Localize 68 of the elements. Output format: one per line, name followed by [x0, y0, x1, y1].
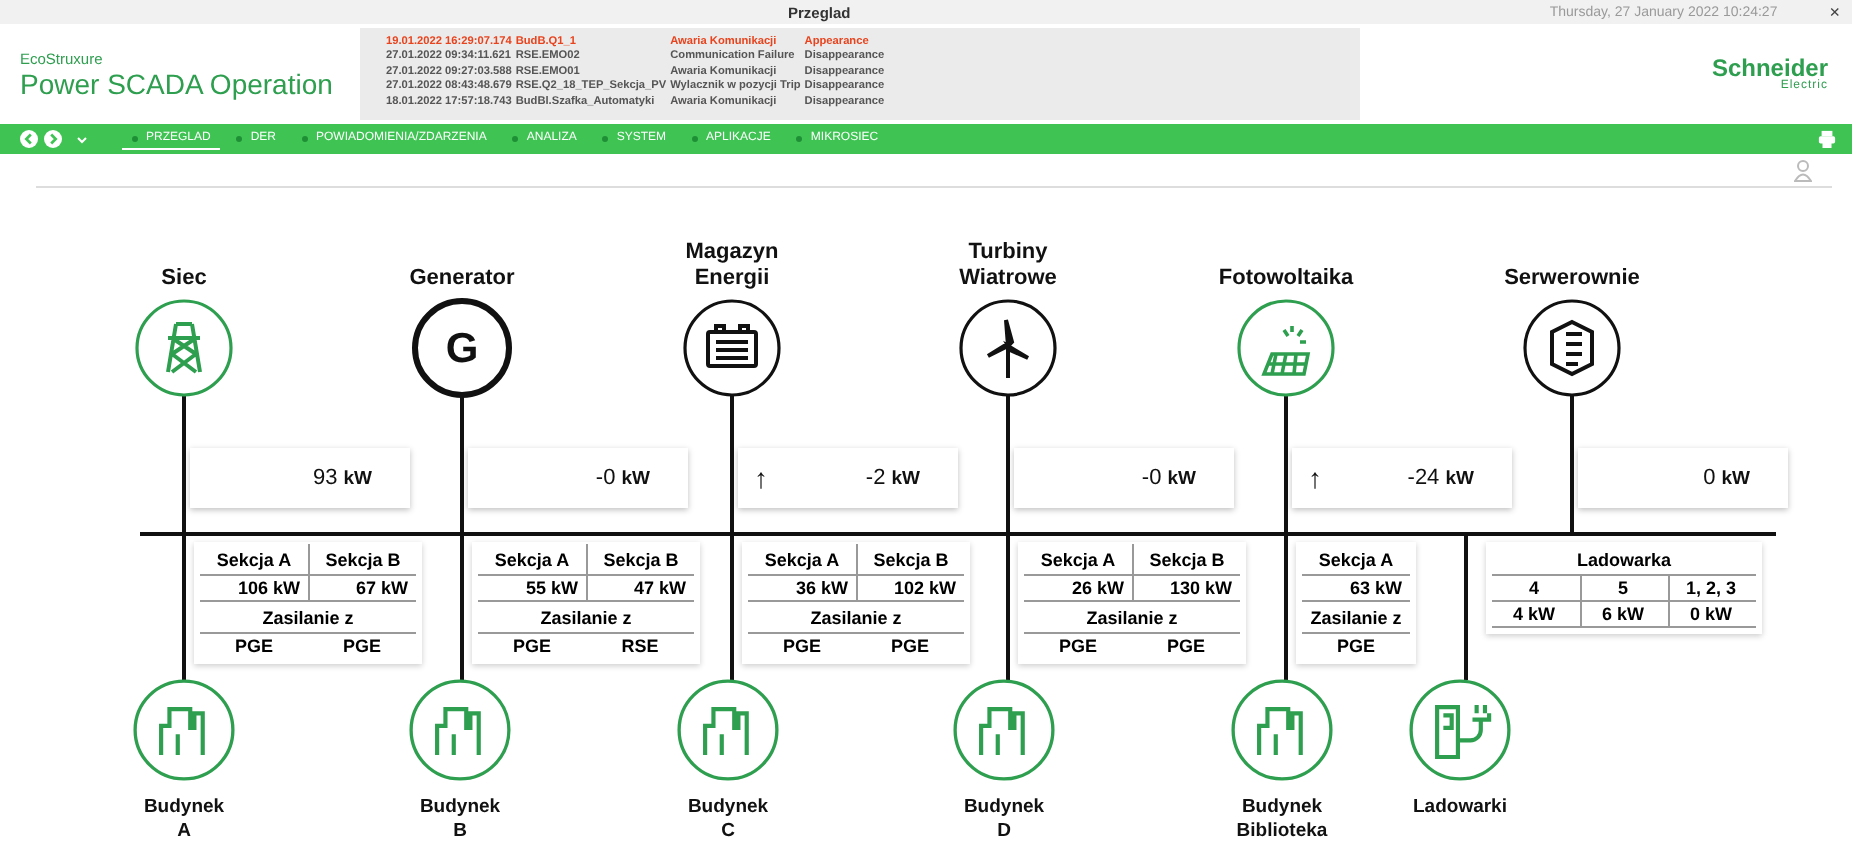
table-cell-text: PGE [780, 634, 823, 658]
table-header: 1, 2, 3 [1668, 576, 1756, 602]
table-header: Zasilanie z [200, 602, 416, 634]
load-label: Budynek D [963, 796, 1045, 844]
product-name: Power SCADA Operation [20, 67, 335, 99]
arrow-up-icon: ↑ [1308, 464, 1322, 492]
table-header: Sekcja A [1302, 544, 1410, 576]
table-header: Sekcja B [586, 544, 694, 576]
load-label: Budynek C [687, 796, 769, 844]
source-label: Siec [161, 266, 207, 292]
table-header: Sekcja A [478, 544, 586, 576]
table-header: Zasilanie z [478, 602, 694, 634]
table-cell: 6 kW [1580, 602, 1668, 628]
table-header: Sekcja B [856, 544, 964, 576]
table-cell-text: PGE [340, 634, 383, 658]
table-cell: 55 kW [478, 576, 586, 602]
table-cell: 102 kW [856, 576, 964, 602]
source-label: Generator [409, 266, 515, 292]
table-cell: 63 kW [1302, 576, 1410, 602]
load-label: Budynek A [143, 796, 225, 844]
table-cell-text: PGE [1334, 634, 1377, 658]
table-cell: 67 kW [308, 576, 416, 602]
caret-icon[interactable] [76, 133, 88, 145]
table-header: Sekcja A [200, 544, 308, 576]
power-value: -24 kW [1407, 466, 1474, 490]
table-cell: 0 kW [1668, 602, 1756, 628]
source-label: Magazyn Energii [685, 240, 779, 292]
table-cell-text: PGE [1056, 634, 1099, 658]
load-label: Ladowarki [1413, 796, 1507, 820]
back-icon[interactable] [20, 130, 38, 148]
table-cell: 36 kW [748, 576, 856, 602]
table-cell: 4 kW [1492, 602, 1580, 628]
arrow-up-icon: ↑ [754, 464, 768, 492]
table-cell: 47 kW [586, 576, 694, 602]
forward-icon[interactable] [44, 130, 62, 148]
power-value: 0 kW [1703, 466, 1750, 490]
table-cell-text: RSE [619, 634, 661, 658]
power-value: -0 kW [595, 466, 650, 490]
generator-icon: G [412, 298, 512, 398]
table-header: Zasilanie z [1024, 602, 1240, 634]
table-cell-text: PGE [510, 634, 553, 658]
table-header: Zasilanie z [1302, 602, 1410, 634]
user-icon[interactable] [1794, 159, 1812, 181]
table-header: Sekcja A [748, 544, 856, 576]
table-header: Sekcja B [308, 544, 416, 576]
table-title: Ladowarka [1492, 544, 1756, 576]
table-cell: 130 kW [1132, 576, 1240, 602]
company-logo: Schneider [1711, 56, 1828, 80]
source-label: Turbiny Wiatrowe [959, 240, 1057, 292]
table-cell: 26 kW [1024, 576, 1132, 602]
power-value: 93 kW [312, 466, 372, 490]
print-icon[interactable] [1818, 130, 1836, 148]
table-cell-text: PGE [232, 634, 275, 658]
close-button[interactable]: × [1817, 0, 1852, 24]
load-label: Budynek Biblioteka [1236, 796, 1328, 844]
table-header: Zasilanie z [748, 602, 964, 634]
table-cell-text: PGE [888, 634, 931, 658]
power-value: -2 kW [865, 466, 920, 490]
table-header: Sekcja B [1132, 544, 1240, 576]
power-value: -0 kW [1141, 466, 1196, 490]
source-label: Fotowoltaika [1218, 266, 1354, 292]
table-cell-text: PGE [1164, 634, 1207, 658]
table-header: Sekcja A [1024, 544, 1132, 576]
source-label: Serwerownie [1504, 266, 1640, 292]
table-cell: 106 kW [200, 576, 308, 602]
table-header: 5 [1580, 576, 1668, 602]
table-header: 4 [1492, 576, 1580, 602]
load-label: Budynek B [419, 796, 501, 844]
